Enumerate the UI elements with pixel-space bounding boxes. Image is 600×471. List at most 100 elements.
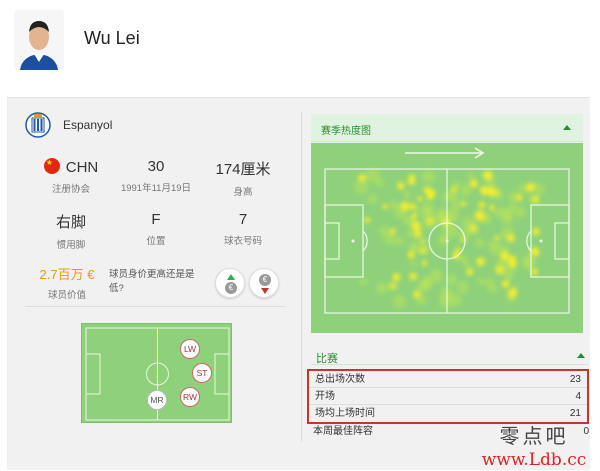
- heat-spot: [375, 178, 384, 187]
- height-label: 身高: [233, 187, 253, 198]
- site-watermark: 零点吧 www.Ldb.cc: [474, 420, 594, 470]
- heat-spot: [472, 228, 479, 235]
- heatmap-header[interactable]: 赛季热度图: [311, 114, 583, 142]
- heat-spot: [476, 257, 485, 266]
- heat-spot: [482, 170, 493, 181]
- section-divider: [25, 306, 285, 307]
- heat-spot: [480, 186, 490, 196]
- heat-spot: [487, 240, 496, 249]
- heat-spot: [376, 282, 389, 294]
- heat-spot: [432, 214, 444, 225]
- nationality-stat: CHN 注册协会: [31, 158, 111, 195]
- heat-spot: [395, 236, 405, 246]
- heat-spot: [413, 290, 421, 298]
- position-value: F: [151, 211, 161, 228]
- heat-spot: [515, 207, 526, 218]
- heat-spot: [425, 276, 432, 283]
- heat-spot: [478, 201, 486, 209]
- heat-spot: [406, 228, 416, 237]
- heat-spot: [488, 190, 495, 197]
- heat-spot: [392, 295, 406, 308]
- heat-spot: [403, 215, 413, 226]
- heat-spot: [481, 213, 492, 224]
- stat-label: 场均上场时间: [315, 408, 375, 419]
- foot-value: 右脚: [55, 214, 86, 231]
- stat-value: 4: [575, 391, 581, 402]
- position-pitch: LW ST RW MR: [81, 323, 232, 423]
- heat-spot: [532, 227, 540, 236]
- player-info-panel: Espanyol CHN 注册协会 30 1991年11月19日 174厘米 身…: [7, 97, 590, 470]
- height-stat: 174厘米 身高: [203, 158, 283, 198]
- stat-label: 本周最佳阵容: [313, 426, 373, 437]
- heat-spot: [382, 204, 388, 210]
- shirt-number-stat: 7 球衣号码: [203, 211, 283, 247]
- position-label: 位置: [146, 236, 166, 247]
- match-stats-table: 总出场次数 23 开场 4 场均上场时间 21: [307, 369, 589, 424]
- heat-spot: [450, 199, 461, 210]
- heat-spot: [467, 172, 474, 179]
- heat-spot: [469, 179, 478, 188]
- vote-lower-button[interactable]: €: [249, 268, 279, 298]
- birthdate-label: 1991年11月19日: [120, 183, 192, 194]
- heat-spot: [394, 206, 407, 219]
- heat-spot: [494, 208, 503, 218]
- heat-spot: [392, 273, 401, 282]
- heat-spot: [439, 233, 450, 244]
- watermark-text: 零点吧: [499, 424, 569, 448]
- position-chip-mr: MR: [147, 390, 167, 410]
- foot-stat: 右脚 惯用脚: [31, 211, 111, 251]
- heat-spot: [528, 195, 535, 202]
- age-value: 30: [147, 158, 165, 175]
- heat-spot: [508, 191, 520, 203]
- heat-spot: [531, 268, 538, 276]
- heat-spot: [489, 204, 495, 211]
- heat-spot: [409, 241, 421, 253]
- chevron-up-icon[interactable]: [563, 125, 571, 130]
- heat-spot: [354, 180, 369, 195]
- china-flag-icon: [43, 158, 60, 174]
- heat-spot: [403, 191, 411, 199]
- heat-spot: [506, 234, 515, 242]
- heat-spot: [368, 194, 378, 204]
- heat-spot: [446, 274, 457, 285]
- height-value: 174厘米: [215, 161, 271, 178]
- stat-label: 开场: [315, 391, 335, 402]
- watermark-url: www.Ldb.cc: [481, 450, 587, 470]
- shirt-number-label: 球衣号码: [223, 236, 262, 247]
- market-value-amount: 2.7百万 €: [39, 267, 95, 282]
- heat-spot: [417, 196, 423, 202]
- chevron-up-icon[interactable]: [577, 353, 585, 358]
- shirt-number-value: 7: [238, 211, 248, 228]
- heat-spot: [461, 201, 467, 207]
- vote-higher-button[interactable]: €: [215, 268, 245, 298]
- arrow-up-icon: [227, 274, 235, 280]
- market-value-label: 球员价值: [47, 290, 86, 301]
- position-chip-lw: LW: [180, 339, 200, 359]
- heat-spot: [451, 186, 457, 193]
- matches-divider: [311, 364, 587, 365]
- market-value: 2.7百万 € 球员价值: [27, 264, 107, 301]
- heat-spot: [364, 217, 371, 223]
- player-header: Wu Lei: [0, 0, 600, 88]
- position-chip-st: ST: [192, 363, 212, 383]
- heat-spot: [359, 277, 368, 286]
- heat-spot: [466, 268, 474, 276]
- age-stat: 30 1991年11月19日: [111, 158, 201, 194]
- heat-spot: [524, 258, 534, 269]
- heat-spot: [484, 278, 494, 288]
- heat-spot: [414, 224, 421, 231]
- stat-label: 总出场次数: [315, 374, 365, 385]
- heat-spot: [461, 216, 475, 230]
- espanyol-crest-icon[interactable]: [25, 112, 51, 138]
- heat-spot: [408, 174, 416, 181]
- heat-spot: [384, 232, 397, 245]
- heat-spot: [409, 203, 416, 210]
- foot-label: 惯用脚: [56, 240, 86, 251]
- player-name: Wu Lei: [84, 28, 140, 48]
- profile-section: Espanyol CHN 注册协会 30 1991年11月19日 174厘米 身…: [7, 98, 297, 471]
- club-name[interactable]: Espanyol: [63, 118, 112, 132]
- column-divider: [301, 112, 302, 442]
- heat-spot: [409, 272, 417, 280]
- euro-icon: €: [225, 282, 237, 294]
- table-row: 总出场次数 23: [309, 371, 587, 388]
